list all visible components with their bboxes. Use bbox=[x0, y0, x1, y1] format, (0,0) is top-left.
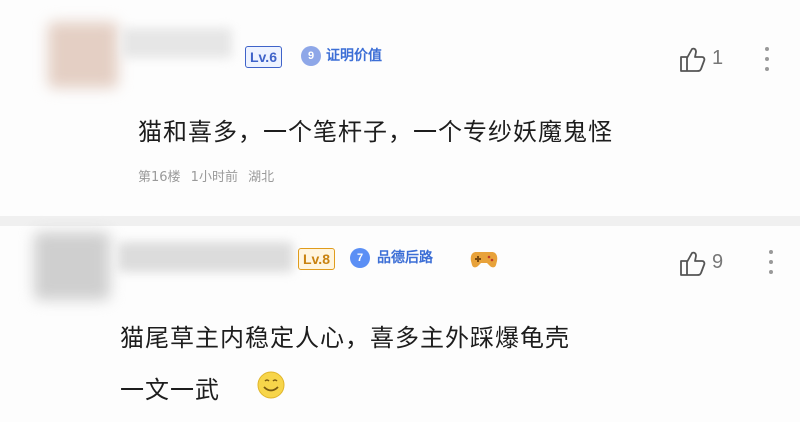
comment-text: 猫和喜多，一个笔杆子，一个专纱妖魔鬼怪 bbox=[138, 118, 613, 146]
medal-icon: 7 bbox=[350, 248, 370, 268]
username[interactable] bbox=[118, 242, 293, 272]
comment-text: 猫尾草主内稳定人心，喜多主外踩爆龟壳 bbox=[120, 324, 570, 352]
thumbs-up-icon[interactable] bbox=[677, 44, 707, 74]
avatar[interactable] bbox=[34, 232, 110, 300]
comment-meta: 第16楼 1小时前 湖北 bbox=[138, 170, 275, 185]
username[interactable] bbox=[122, 28, 232, 58]
level-badge: Lv.6 bbox=[245, 46, 282, 68]
avatar[interactable] bbox=[48, 22, 118, 88]
level-badge: Lv.8 bbox=[298, 248, 335, 270]
thumbs-up-icon[interactable] bbox=[677, 248, 707, 278]
game-controller-icon bbox=[470, 252, 498, 268]
comment-card: Lv.6 9 证明价值 猫和喜多，一个笔杆子，一个专纱妖魔鬼怪 第16楼 1小时… bbox=[0, 0, 800, 216]
medal-title: 证明价值 bbox=[326, 48, 382, 64]
comment-text-line2: 一文一武 bbox=[120, 376, 220, 404]
like-count: 1 bbox=[712, 47, 724, 69]
comment-card: Lv.8 7 品德后路 猫尾草主内稳定人心，喜多主外踩爆龟壳 一文一武 9 bbox=[0, 226, 800, 422]
more-vertical-icon[interactable] bbox=[764, 45, 770, 73]
like-count: 9 bbox=[712, 251, 724, 273]
more-vertical-icon[interactable] bbox=[768, 248, 774, 276]
medal-icon: 9 bbox=[301, 46, 321, 66]
medal-title: 品德后路 bbox=[377, 250, 433, 266]
smile-emoji-icon bbox=[257, 371, 285, 399]
